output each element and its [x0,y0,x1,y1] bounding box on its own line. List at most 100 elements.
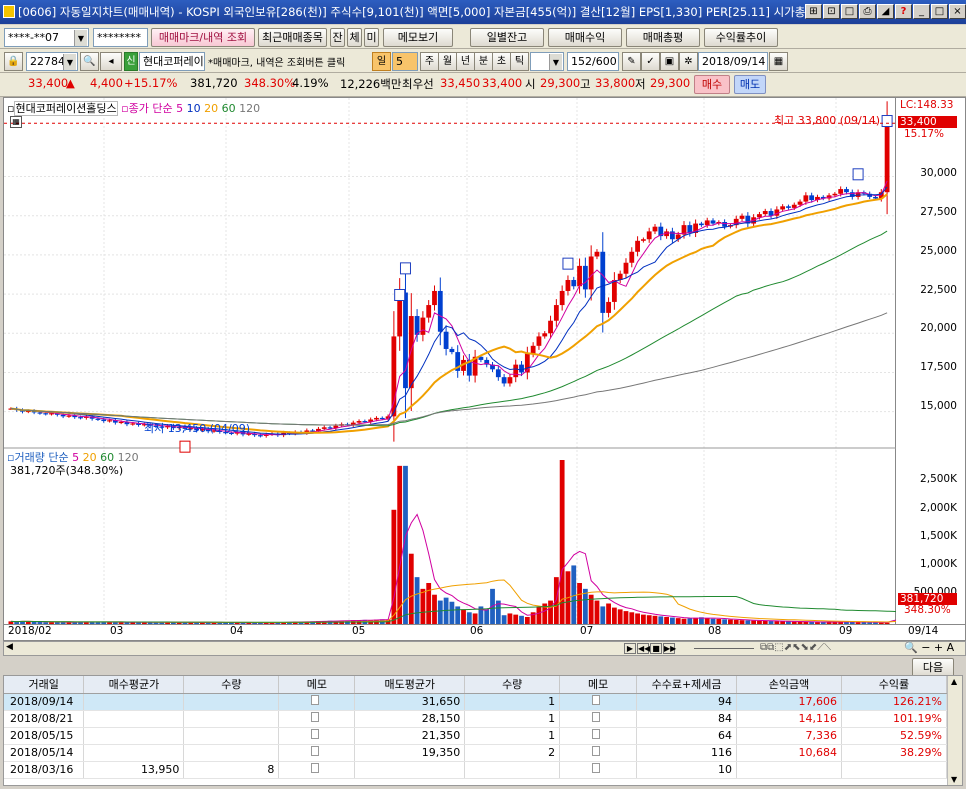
table-cell [183,727,280,745]
col-header[interactable]: 매도평균가 [354,676,466,694]
account-select[interactable]: ****-**07 ▼ [4,28,89,47]
volume-bar [623,611,629,624]
trade-summary-button[interactable]: 매매총평 [626,28,700,47]
scroll-left-icon[interactable]: ◀ [6,642,13,652]
buy-button[interactable]: 매수 [694,75,730,94]
memo-icon[interactable] [310,695,319,705]
trade-mark-query-button[interactable]: 매매마크/내역 조회 [151,28,255,47]
stock-code-input[interactable]: 227840 ▼ [26,52,78,71]
data-count-field[interactable]: 152/600 [567,52,619,71]
col-header[interactable]: 거래일 [4,676,85,694]
filled-button[interactable]: 체 [347,28,362,47]
chart-scrollbar[interactable]: ◀ ▶ ◀◀ ■ ▶▶ ⧉⧉⬚⬈⬉⬊⬋⟋⟍ 🔍 − + A [3,641,966,656]
x-tick: 08 [708,625,722,637]
volume-bar [820,622,826,624]
period-n-select[interactable]: 5 [392,52,418,71]
date-input[interactable]: 2018/09/14 [698,52,768,71]
memo-icon[interactable] [592,763,601,773]
lock-icon[interactable]: 🔒 [4,52,23,71]
col-header[interactable]: 메모 [278,676,356,694]
memo-icon[interactable] [310,729,319,739]
memo-icon[interactable] [310,746,319,756]
chart-settings-icon[interactable]: ◢ [877,4,894,19]
col-header[interactable]: 수량 [464,676,561,694]
period-month[interactable]: 월 [438,52,457,71]
zoom-slider[interactable] [694,648,754,649]
rewind-icon[interactable]: ◀◀ [637,643,650,654]
help-icon[interactable]: ? [895,4,912,19]
high-annotation: 최고 33,800 (09/14) [774,114,881,127]
candle [606,301,611,313]
memo-icon[interactable] [592,729,601,739]
play-icon[interactable]: ▶ [624,643,636,654]
col-header[interactable]: 매수평균가 [83,676,185,694]
scroll-up-icon[interactable]: ▲ [951,677,957,686]
sell-button[interactable]: 매도 [734,75,766,94]
memo-icon[interactable] [310,712,319,722]
candle [107,420,112,422]
close-button[interactable]: × [949,4,966,19]
table-cell [183,744,280,762]
minimize-button[interactable]: _ [913,4,930,19]
volume-bar [426,583,432,624]
table-row[interactable]: 2018/03/16 13,950 8 10 [4,761,948,779]
table-icon[interactable]: ▦ [10,116,22,128]
period-tick[interactable]: 틱 [510,52,529,71]
print-icon[interactable]: ⎙ [859,4,876,19]
price-volume-chart[interactable] [4,98,897,626]
period-day[interactable]: 일 [372,52,391,71]
daily-balance-button[interactable]: 일별잔고 [470,28,544,47]
volume-bar [768,621,774,624]
table-row[interactable]: 2018/05/15 21,350 1 64 7,336 52.59% [4,727,948,745]
save-screen-icon[interactable]: ⊡ [823,4,840,19]
search-icon[interactable]: 🔍 [80,52,99,71]
zoom-controls-icon[interactable]: 🔍 − + A [904,641,954,654]
speaker-icon[interactable]: ◂ [100,52,122,71]
password-field[interactable]: ******** [93,28,148,47]
candle [60,414,66,417]
calendar-icon[interactable]: ▦ [769,52,788,71]
drawing-tools-icon[interactable]: ⧉⧉⬚⬈⬉⬊⬋⟋⟍ [760,642,831,653]
col-header[interactable]: 메모 [559,676,638,694]
recent-trades-button[interactable]: 최근매매종목 [258,28,327,47]
link-icon[interactable]: ⊞ [805,4,822,19]
table-cell [736,761,842,779]
col-header[interactable]: 손익금액 [736,676,842,694]
table-row[interactable]: 2018/09/14 31,650 1 94 17,606 126.21% [4,693,948,711]
candle [582,265,588,290]
save-icon[interactable]: ▣ [660,52,679,71]
col-header[interactable]: 수수료+제세금 [636,676,738,694]
memo-icon[interactable] [310,763,319,773]
trade-profit-button[interactable]: 매매수익 [548,28,622,47]
window-icon[interactable]: □ [841,4,858,19]
table-row[interactable]: 2018/05/14 19,350 2 116 10,684 38.29% [4,744,948,762]
check-icon[interactable]: ✓ [641,52,660,71]
tool-icon[interactable]: ✎ [622,52,641,71]
period-week[interactable]: 주 [420,52,439,71]
col-header[interactable]: 수익률 [841,676,948,694]
scroll-down-icon[interactable]: ▼ [951,775,957,784]
balance-button[interactable]: 잔 [330,28,345,47]
volume-bar [43,622,49,624]
unfilled-button[interactable]: 미 [364,28,379,47]
memo-icon[interactable] [592,712,601,722]
volume-bar [611,607,617,624]
table-row[interactable]: 2018/08/21 28,150 1 84 14,116 101.19% [4,710,948,728]
maximize-button[interactable]: □ [931,4,948,19]
period-minute[interactable]: 분 [474,52,493,71]
memo-icon[interactable] [592,746,601,756]
table-scrollbar[interactable]: ▲ ▼ [947,676,962,785]
memo-icon[interactable] [592,695,601,705]
col-header[interactable]: 수량 [183,676,280,694]
return-trend-button[interactable]: 수익률추이 [704,28,778,47]
chart-panel[interactable]: ▫현대코퍼레이션홀딩스 ▫종가 단순 5 10 20 60 120 ▦ 최고 3… [3,97,897,626]
period-unit-select[interactable]: ▼ [530,52,564,71]
table-cell: 19,350 [354,744,466,762]
period-year[interactable]: 년 [456,52,475,71]
gear-icon[interactable]: ✲ [679,52,698,71]
period-second[interactable]: 초 [492,52,511,71]
memo-view-button[interactable]: 메모보기 [383,28,453,47]
stop-icon[interactable]: ■ [650,643,662,654]
volume-bar [466,612,472,624]
forward-icon[interactable]: ▶▶ [663,643,676,654]
